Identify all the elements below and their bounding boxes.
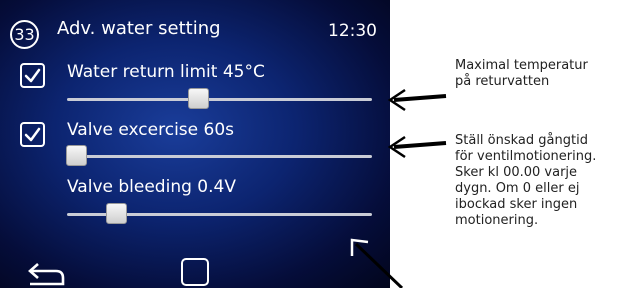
annotation-line: Ställ önskad gångtid (455, 133, 588, 148)
valve-exercise-slider[interactable] (66, 145, 372, 166)
return-limit-slider-thumb[interactable] (188, 88, 210, 109)
header: 33 Adv. water setting 12:30 (0, 0, 390, 49)
valve-exercise-label: Valve excercise 60s (67, 120, 234, 140)
arrow-to-return-slider (387, 88, 447, 112)
return-limit-slider[interactable] (67, 88, 372, 109)
annotation-line: Maximal temperatur (455, 58, 588, 73)
annotation-return-temperature: Maximal temperatur på returvatten (455, 58, 588, 90)
device-screen: 33 Adv. water setting 12:30 Water return… (0, 0, 390, 288)
annotation-line: Sker kl 00.00 varje (455, 165, 578, 180)
annotation-valve-exercise: Ställ önskad gångtid för ventilmotioneri… (455, 133, 596, 229)
valve-bleeding-slider[interactable] (67, 203, 372, 224)
checkmark-icon (24, 68, 41, 83)
annotation-line: motionering. (455, 213, 539, 228)
page-title: Adv. water setting (57, 18, 221, 39)
annotation-line: ibockad sker ingen (455, 197, 578, 212)
back-button[interactable] (28, 258, 68, 288)
valve-bleeding-slider-thumb[interactable] (105, 203, 127, 224)
back-arrow-icon (28, 263, 65, 286)
arrow-to-valve-slider (387, 135, 447, 159)
valve-exercise-slider-thumb[interactable] (66, 145, 88, 166)
annotation-line: på returvatten (455, 74, 550, 89)
valve-bleeding-label: Valve bleeding 0.4V (67, 177, 236, 197)
return-limit-label: Water return limit 45°C (67, 62, 265, 82)
annotation-line: dygn. Om 0 eller ej (455, 181, 580, 196)
return-limit-checkbox[interactable] (20, 63, 45, 88)
home-button[interactable] (181, 258, 209, 286)
checkmark-icon (24, 127, 41, 142)
page-number-badge: 33 (10, 20, 39, 49)
clock: 12:30 (328, 21, 377, 41)
valve-exercise-checkbox[interactable] (20, 122, 45, 147)
annotation-line: för ventilmotionering. (455, 149, 597, 164)
